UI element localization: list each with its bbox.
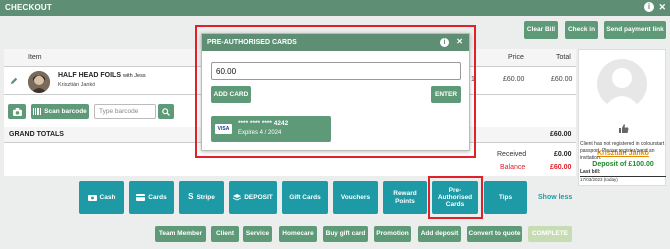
stripe-icon: S <box>188 192 194 202</box>
stylist-name: Krisztián Jankó <box>58 82 96 88</box>
complete-button[interactable]: COMPLETE <box>528 226 572 242</box>
layers-icon <box>233 194 242 201</box>
visa-logo-icon: VISA <box>215 124 232 134</box>
price-cell: £60.00 <box>503 76 525 83</box>
show-less-link[interactable]: Show less <box>538 194 572 201</box>
quantity-cell: 1 <box>471 76 475 83</box>
search-icon <box>162 107 170 116</box>
barcode-input[interactable]: Type barcode <box>94 104 156 119</box>
modal-header: PRE-AUTHORISED CARDS i ✕ <box>202 34 469 51</box>
title-bar: CHECKOUT i ✕ <box>0 0 670 16</box>
add-card-button[interactable]: ADD CARD <box>211 86 251 103</box>
deposit-button[interactable]: DEPOSIT <box>229 181 277 214</box>
cards-label: Cards <box>148 193 167 201</box>
saved-card[interactable]: VISA **** **** **** 4242 Expires 4 / 202… <box>211 116 331 142</box>
customer-avatar <box>597 59 647 109</box>
balance-value: £60.00 <box>550 164 572 171</box>
avatar <box>28 71 50 93</box>
scan-barcode-button[interactable]: Scan barcode <box>31 104 89 119</box>
card-expiry: Expires 4 / 2024 <box>238 130 282 136</box>
stripe-label: Stripe <box>196 193 215 201</box>
scan-barcode-label: Scan barcode <box>44 107 87 115</box>
promotion-button[interactable]: Promotion <box>374 226 411 242</box>
reward-points-button[interactable]: Reward Points <box>383 181 427 214</box>
send-payment-link-button[interactable]: Send payment link <box>604 21 666 39</box>
service-button[interactable]: Service <box>243 226 272 242</box>
window-title: CHECKOUT <box>5 3 52 12</box>
item-with-text: with Jess <box>122 73 146 79</box>
customer-panel: Krisztián Jankó Deposit of £100.00 <box>578 49 666 186</box>
gift-cards-button[interactable]: Gift Cards <box>282 181 328 214</box>
barcode-icon <box>33 108 42 115</box>
received-label: Received <box>497 151 527 158</box>
client-button[interactable]: Client <box>211 226 239 242</box>
balance-label: Balance <box>500 164 526 171</box>
grand-totals-value: £60.00 <box>550 131 572 138</box>
barcode-search-button[interactable] <box>158 104 174 119</box>
passport-note: Client has not registered in colourstart… <box>580 141 665 161</box>
pre-authorised-cards-button[interactable]: Pre-Authorised Cards <box>432 181 478 214</box>
amount-input[interactable]: 60.00 <box>211 62 461 80</box>
grand-totals-label: GRAND TOTALS <box>9 131 64 138</box>
item-name-text: HALF HEAD FOILS <box>58 72 121 79</box>
info-icon[interactable]: i <box>644 2 654 12</box>
customer-deposit: Deposit of £100.00 <box>592 161 654 168</box>
tips-button[interactable]: Tips <box>484 181 527 214</box>
cash-icon <box>87 194 97 201</box>
cards-button[interactable]: Cards <box>129 181 174 214</box>
modal-info-icon[interactable]: i <box>440 38 449 47</box>
total-cell: £60.00 <box>551 76 573 83</box>
enter-button[interactable]: ENTER <box>431 86 461 103</box>
camera-icon <box>12 107 22 116</box>
cash-label: Cash <box>99 193 116 201</box>
cash-button[interactable]: Cash <box>79 181 124 214</box>
pencil-icon[interactable] <box>10 77 18 85</box>
clear-bill-button[interactable]: Clear Bill <box>524 21 558 39</box>
modal-close-icon[interactable]: ✕ <box>456 37 463 46</box>
last-bill-label: Last bill: <box>580 169 601 175</box>
last-bill-value: 17/03/2023 (today) <box>580 176 666 183</box>
buy-gift-card-button[interactable]: Buy gift card <box>323 226 368 242</box>
card-number: **** **** **** 4242 <box>238 120 289 127</box>
item-name: HALF HEAD FOILS with Jess <box>58 72 146 79</box>
check-in-button[interactable]: Check in <box>565 21 598 39</box>
stripe-button[interactable]: S Stripe <box>179 181 224 214</box>
close-icon[interactable]: ✕ <box>658 2 666 13</box>
add-deposit-button[interactable]: Add deposit <box>418 226 461 242</box>
modal-title: PRE-AUTHORISED CARDS <box>207 39 297 46</box>
homecare-button[interactable]: Homecare <box>279 226 317 242</box>
price-column-header: Price <box>508 54 524 61</box>
total-column-header: Total <box>556 54 571 61</box>
vouchers-button[interactable]: Vouchers <box>333 181 378 214</box>
credit-card-icon <box>136 194 146 201</box>
received-value: £0.00 <box>554 151 572 158</box>
item-column-header: Item <box>28 54 42 61</box>
team-member-button[interactable]: Team Member <box>155 226 206 242</box>
deposit-label: DEPOSIT <box>244 193 273 201</box>
camera-button[interactable] <box>8 104 26 119</box>
pre-authorised-cards-modal: PRE-AUTHORISED CARDS i ✕ 60.00 ADD CARD … <box>201 33 470 151</box>
thumbs-up-icon[interactable] <box>619 124 629 133</box>
convert-to-quote-button[interactable]: Convert to quote <box>467 226 522 242</box>
